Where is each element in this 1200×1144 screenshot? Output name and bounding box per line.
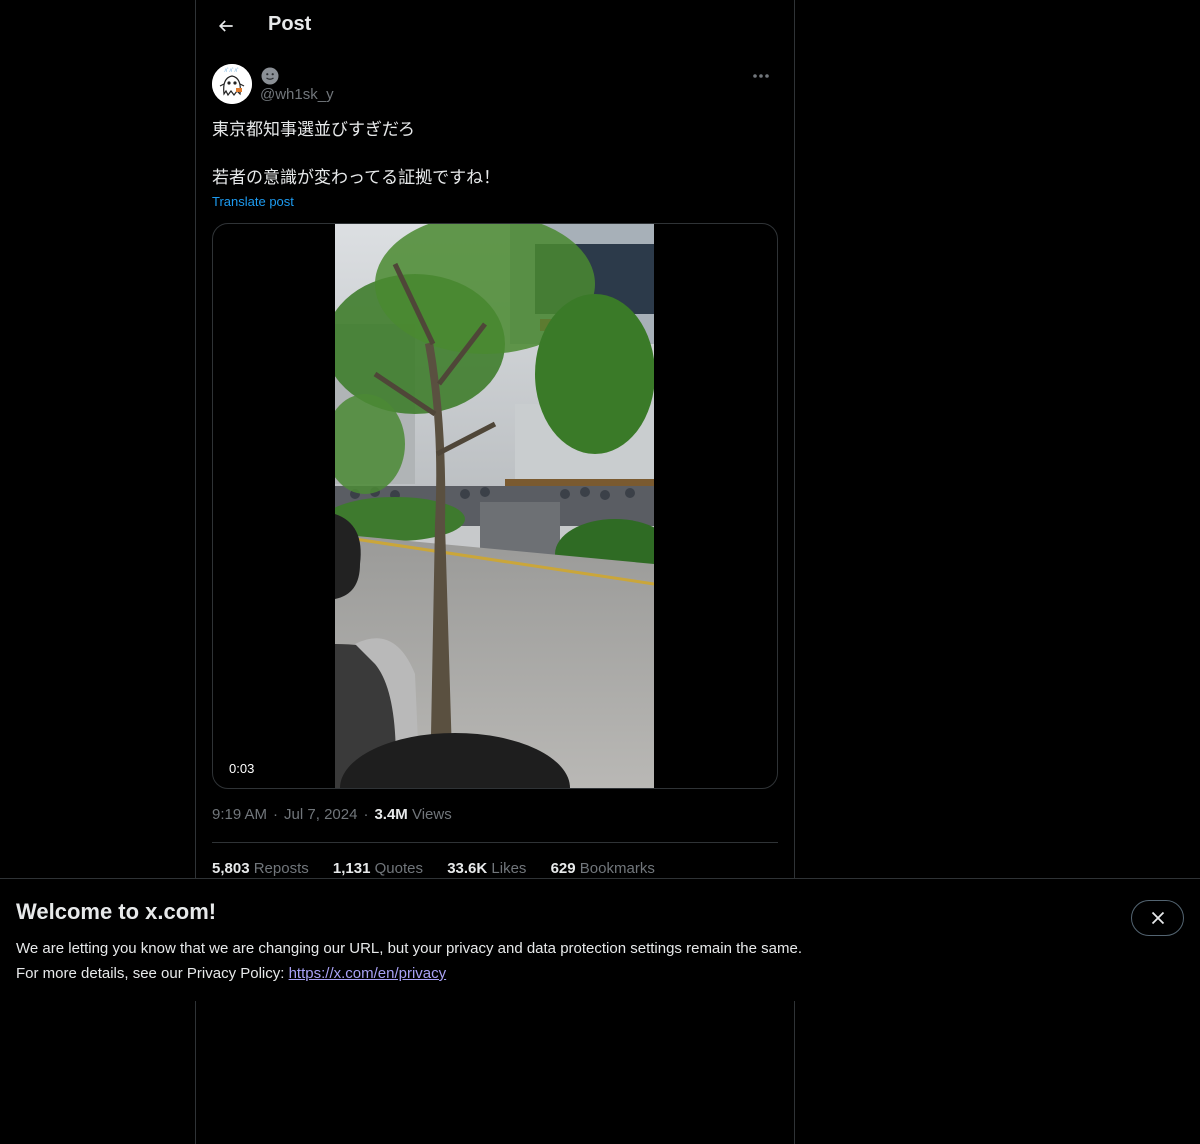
avatar[interactable]: ﾊﾞﾊﾞﾊﾞ (212, 64, 252, 104)
quotes-stat[interactable]: 1,131 Quotes (333, 860, 423, 877)
likes-stat[interactable]: 33.6K Likes (447, 860, 526, 877)
post-meta: 9:19 AM · Jul 7, 2024 · 3.4M Views (212, 806, 452, 823)
video-player[interactable]: 0:03 (212, 223, 778, 789)
close-banner-button[interactable] (1131, 900, 1184, 936)
post-date[interactable]: Jul 7, 2024 (284, 806, 357, 823)
bookmarks-stat[interactable]: 629 Bookmarks (551, 860, 655, 877)
arrow-left-icon (218, 20, 233, 32)
stat-label: Likes (491, 860, 527, 877)
privacy-policy-link[interactable]: https://x.com/en/privacy (289, 965, 447, 982)
divider (212, 842, 778, 843)
reposts-stat[interactable]: 5,803 Reposts (212, 860, 309, 877)
banner-line: For more details, see our Privacy Policy… (16, 961, 916, 986)
banner-text: We are letting you know that we are chan… (16, 936, 916, 986)
views-count: 3.4M (374, 806, 408, 823)
page-header: Post (196, 0, 794, 53)
video-still-image (335, 224, 654, 788)
page-title: Post (268, 13, 312, 35)
post-stats: 5,803 Reposts 1,131 Quotes 33.6K Likes 6… (212, 860, 675, 877)
slightly-smiling-face-emoji-icon (261, 67, 279, 85)
back-button[interactable] (208, 8, 244, 44)
video-duration: 0:03 (223, 759, 261, 778)
meta-separator: · (363, 806, 369, 823)
post-text-line: 若者の意識が変わってる証拠ですね！ (212, 168, 501, 188)
stat-count: 1,131 (332, 860, 371, 877)
stat-count: 33.6K (447, 860, 488, 877)
close-icon (1151, 911, 1164, 925)
more-button[interactable] (744, 64, 778, 88)
translate-post-link[interactable]: Translate post (212, 194, 294, 209)
stat-count: 5,803 (212, 860, 250, 877)
display-name[interactable] (261, 67, 279, 85)
post-author: ﾊﾞﾊﾞﾊﾞ @wh1sk_y (212, 64, 778, 108)
svg-text:ﾊﾞﾊﾞﾊﾞ: ﾊﾞﾊﾞﾊﾞ (224, 67, 239, 74)
meta-separator: · (273, 806, 279, 823)
video-frame (335, 224, 654, 788)
banner-line: We are letting you know that we are chan… (16, 940, 802, 957)
banner-line-prefix: For more details, see our Privacy Policy… (16, 965, 289, 982)
banner-title: Welcome to x.com! (16, 899, 217, 924)
ghost-avatar-icon: ﾊﾞﾊﾞﾊﾞ (212, 64, 252, 104)
url-change-banner: Welcome to x.com! We are letting you kno… (0, 878, 1200, 1001)
post-text-line: 東京都知事選並びすぎだろ (212, 120, 415, 140)
more-horizontal-icon (753, 74, 769, 78)
post-time[interactable]: 9:19 AM (212, 806, 267, 823)
post-text: 東京都知事選並びすぎだろ 若者の意識が変わってる証拠ですね！ (212, 118, 778, 190)
author-handle[interactable]: @wh1sk_y (260, 86, 334, 103)
stat-label: Bookmarks (579, 860, 655, 877)
views-label: Views (411, 806, 452, 823)
stat-label: Quotes (374, 860, 424, 877)
stat-count: 629 (550, 860, 576, 877)
stat-label: Reposts (253, 860, 309, 877)
